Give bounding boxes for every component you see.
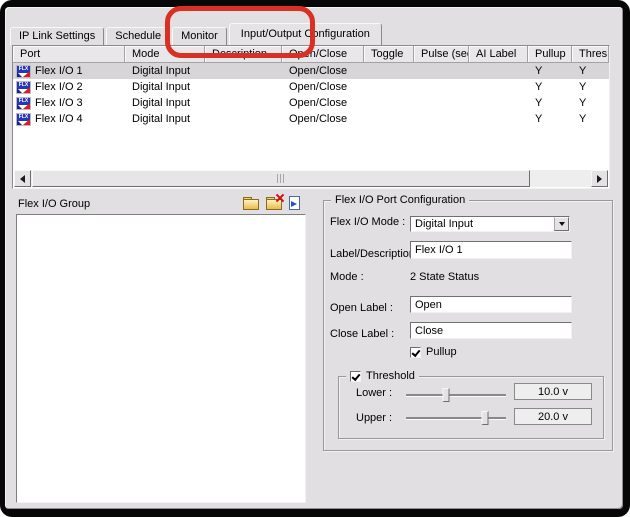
scroll-right-button[interactable] — [591, 170, 608, 187]
flex-io-mode-label: Flex I/O Mode : — [330, 216, 405, 228]
chevron-down-icon — [559, 222, 565, 229]
threshold-checkbox[interactable] — [350, 371, 361, 382]
blue-arrow-icon — [291, 201, 300, 207]
ports-table: Port Mode Description Open/Close Toggle … — [12, 45, 610, 189]
threshold-label: Threshold — [366, 370, 415, 382]
port-cell: Flex I/O 3 — [35, 97, 83, 109]
horizontal-scrollbar[interactable] — [14, 170, 608, 187]
column-header-mode[interactable]: Mode — [125, 46, 205, 63]
mode-cell: Digital Input — [125, 97, 205, 109]
lower-slider-track[interactable] — [406, 394, 506, 396]
column-header-pulse[interactable]: Pulse (sec) — [414, 46, 469, 63]
tab-schedule[interactable]: Schedule — [106, 27, 170, 45]
mode-static-value: 2 State Status — [410, 271, 479, 283]
lower-slider-thumb[interactable] — [443, 388, 450, 402]
table-header-row: Port Mode Description Open/Close Toggle … — [13, 46, 609, 63]
column-header-toggle[interactable]: Toggle — [364, 46, 414, 63]
scroll-left-icon — [16, 175, 25, 183]
threshold-cell: Y — [572, 97, 609, 109]
delete-group-folder-icon[interactable] — [266, 196, 282, 210]
flex-group-title: Flex I/O Group — [18, 198, 90, 210]
upper-value-display: 20.0 v — [514, 408, 592, 425]
open-close-cell: Open/Close — [282, 81, 364, 93]
assign-port-page-icon[interactable] — [289, 196, 300, 210]
flex-port-icon: FLX — [16, 81, 31, 94]
label-description-label: Label/Description : — [330, 248, 421, 260]
dropdown-button[interactable] — [554, 217, 569, 231]
column-header-port[interactable]: Port — [13, 46, 125, 63]
upper-slider[interactable] — [406, 411, 506, 426]
column-header-description[interactable]: Description — [205, 46, 282, 63]
mode-cell: Digital Input — [125, 81, 205, 93]
column-header-pullup[interactable]: Pullup — [528, 46, 572, 63]
flex-io-mode-select[interactable]: Digital Input — [410, 216, 570, 232]
column-header-ai-label[interactable]: AI Label — [469, 46, 528, 63]
flex-group-list[interactable] — [16, 214, 306, 503]
threshold-cell: Y — [572, 65, 609, 77]
open-close-cell: Open/Close — [282, 97, 364, 109]
flex-io-mode-value: Digital Input — [411, 218, 554, 230]
open-close-cell: Open/Close — [282, 113, 364, 125]
flex-port-icon: FLX — [16, 97, 31, 110]
upper-label: Upper : — [356, 412, 392, 424]
open-label-input[interactable]: Open — [410, 296, 572, 313]
port-cell: Flex I/O 2 — [35, 81, 83, 93]
tab-bar: IP Link Settings Schedule Monitor Input/… — [10, 23, 384, 45]
open-label-label: Open Label : — [330, 302, 393, 314]
pullup-cell: Y — [528, 113, 572, 125]
column-header-open-close[interactable]: Open/Close — [282, 46, 364, 63]
pullup-cell: Y — [528, 97, 572, 109]
red-x-icon — [275, 193, 285, 203]
open-close-cell: Open/Close — [282, 65, 364, 77]
label-description-input[interactable]: Flex I/O 1 — [410, 241, 572, 259]
mode-cell: Digital Input — [125, 113, 205, 125]
scrollbar-grip-icon — [277, 174, 285, 183]
lower-label: Lower : — [356, 387, 392, 399]
port-cell: Flex I/O 4 — [35, 113, 83, 125]
port-configuration-title: Flex I/O Port Configuration — [331, 194, 469, 206]
mode-cell: Digital Input — [125, 65, 205, 77]
scroll-right-icon — [597, 175, 606, 183]
tab-monitor[interactable]: Monitor — [172, 27, 227, 45]
close-label-input[interactable]: Close — [410, 322, 572, 339]
pullup-cell: Y — [528, 65, 572, 77]
table-row[interactable]: FLX Flex I/O 1 Digital Input Open/Close … — [13, 63, 609, 79]
table-row[interactable]: FLX Flex I/O 3 Digital Input Open/Close … — [13, 95, 609, 111]
threshold-cell: Y — [572, 113, 609, 125]
scrollbar-thumb[interactable] — [32, 170, 530, 187]
lower-slider[interactable] — [406, 388, 506, 403]
pullup-label: Pullup — [426, 346, 457, 358]
mode-static-label: Mode : — [330, 271, 364, 283]
screenshot-root: IP Link Settings Schedule Monitor Input/… — [0, 0, 630, 517]
upper-slider-thumb[interactable] — [482, 411, 489, 425]
pullup-cell: Y — [528, 81, 572, 93]
port-cell: Flex I/O 1 — [35, 65, 83, 77]
upper-slider-track[interactable] — [406, 417, 506, 419]
flex-group-toolbar — [243, 196, 300, 210]
column-header-threshold[interactable]: Thres... — [572, 46, 609, 63]
tab-ip-link-settings[interactable]: IP Link Settings — [10, 27, 104, 45]
pullup-checkbox[interactable] — [410, 347, 421, 358]
tab-input-output-configuration[interactable]: Input/Output Configuration — [229, 23, 382, 45]
close-label-label: Close Label : — [330, 328, 394, 340]
threshold-groupbox: Threshold Lower : 10.0 v Upper : 20.0 v — [338, 376, 604, 439]
scroll-left-button[interactable] — [14, 170, 31, 187]
table-row[interactable]: FLX Flex I/O 4 Digital Input Open/Close … — [13, 111, 609, 127]
table-row[interactable]: FLX Flex I/O 2 Digital Input Open/Close … — [13, 79, 609, 95]
threshold-cell: Y — [572, 81, 609, 93]
flex-port-icon: FLX — [16, 65, 31, 78]
lower-value-display: 10.0 v — [514, 383, 592, 400]
new-group-folder-icon[interactable] — [243, 196, 259, 210]
flex-port-icon: FLX — [16, 113, 31, 126]
